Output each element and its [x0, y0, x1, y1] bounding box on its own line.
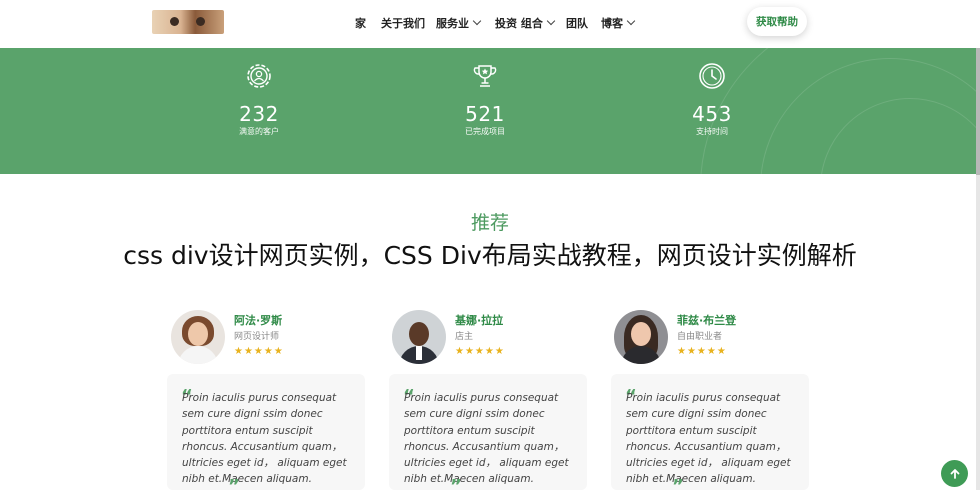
stat-value: 453	[692, 102, 732, 126]
overlay-headline: css div设计网页实例，CSS Div布局实战教程，网页设计实例解析	[123, 241, 857, 270]
stat-value: 521	[465, 102, 505, 126]
section-title: 推荐	[470, 212, 509, 234]
rating-stars: ★★★★★	[677, 346, 727, 357]
testimonial-quote: Proin iaculis purus consequat sem cure d…	[404, 392, 569, 486]
site-header: 家 关于我们 服务业 投资 组合 团队 博客 获取帮助	[0, 0, 980, 48]
nav-item-label: 博客	[601, 17, 623, 30]
author-name: 阿法·罗斯	[234, 314, 283, 327]
get-help-button[interactable]: 获取帮助	[747, 7, 807, 36]
rating-stars: ★★★★★	[234, 346, 284, 357]
testimonial-card: “ Proin iaculis purus consequat sem cure…	[167, 374, 365, 490]
author-name: 基娜·拉拉	[455, 314, 504, 327]
nav-item-label: 家	[355, 17, 366, 30]
avatar	[171, 310, 225, 364]
quote-close-icon: ”	[672, 476, 684, 490]
testimonial-author: 基娜·拉拉 店主 ★★★★★	[392, 310, 582, 366]
testimonial-quote: Proin iaculis purus consequat sem cure d…	[182, 392, 347, 486]
nav-item-team[interactable]: 团队	[566, 15, 588, 31]
testimonial-card: “ Proin iaculis purus consequat sem cure…	[389, 374, 587, 490]
testimonial-quote: Proin iaculis purus consequat sem cure d…	[626, 392, 791, 486]
nav-item-label: 关于我们	[381, 17, 425, 30]
stat-label: 满意的客户	[239, 127, 279, 136]
arrow-up-icon	[950, 468, 959, 479]
nav-item-services[interactable]: 服务业	[436, 15, 482, 31]
trophy-icon	[473, 65, 497, 87]
rating-stars: ★★★★★	[455, 346, 505, 357]
avatar-face	[188, 322, 208, 346]
testimonial-card: “ Proin iaculis purus consequat sem cure…	[611, 374, 809, 490]
scroll-to-top-button[interactable]	[941, 460, 968, 487]
clock-icon	[699, 63, 725, 89]
author-role: 网页设计师	[234, 332, 280, 342]
avatar	[392, 310, 446, 364]
logo-eye-left	[170, 17, 179, 26]
nav-item-label: 团队	[566, 17, 588, 30]
avatar-body	[178, 346, 218, 364]
testimonial-author: 阿法·罗斯 网页设计师 ★★★★★	[171, 310, 361, 366]
chevron-down-icon	[546, 16, 556, 26]
chevron-down-icon	[472, 16, 482, 26]
logo-eye-right	[196, 17, 205, 26]
gear-user-icon	[247, 64, 271, 88]
nav-item-home[interactable]: 家	[355, 15, 366, 31]
stats-band: 232 满意的客户 521 已完成项目 453 支持时间	[0, 48, 976, 174]
avatar-face	[409, 322, 429, 346]
avatar-shirt	[416, 346, 422, 360]
nav-item-label: 投资 组合	[495, 17, 543, 30]
quote-close-icon: ”	[228, 476, 240, 490]
stat-label: 已完成项目	[465, 127, 505, 136]
nav-item-blog[interactable]: 博客	[601, 15, 636, 31]
author-name: 菲兹·布兰登	[677, 314, 737, 327]
avatar-face	[631, 322, 651, 346]
author-role: 店主	[455, 332, 474, 342]
author-role: 自由职业者	[677, 332, 723, 342]
nav-item-label: 服务业	[436, 17, 469, 30]
chevron-down-icon	[626, 16, 636, 26]
testimonial-author: 菲兹·布兰登 自由职业者 ★★★★★	[614, 310, 804, 366]
nav-item-portfolio[interactable]: 投资 组合	[495, 15, 556, 31]
stat-label: 支持时间	[696, 127, 728, 136]
avatar	[614, 310, 668, 364]
site-logo[interactable]	[152, 10, 224, 34]
stat-value: 232	[239, 102, 279, 126]
quote-close-icon: ”	[450, 476, 462, 490]
nav-item-about[interactable]: 关于我们	[381, 15, 425, 31]
